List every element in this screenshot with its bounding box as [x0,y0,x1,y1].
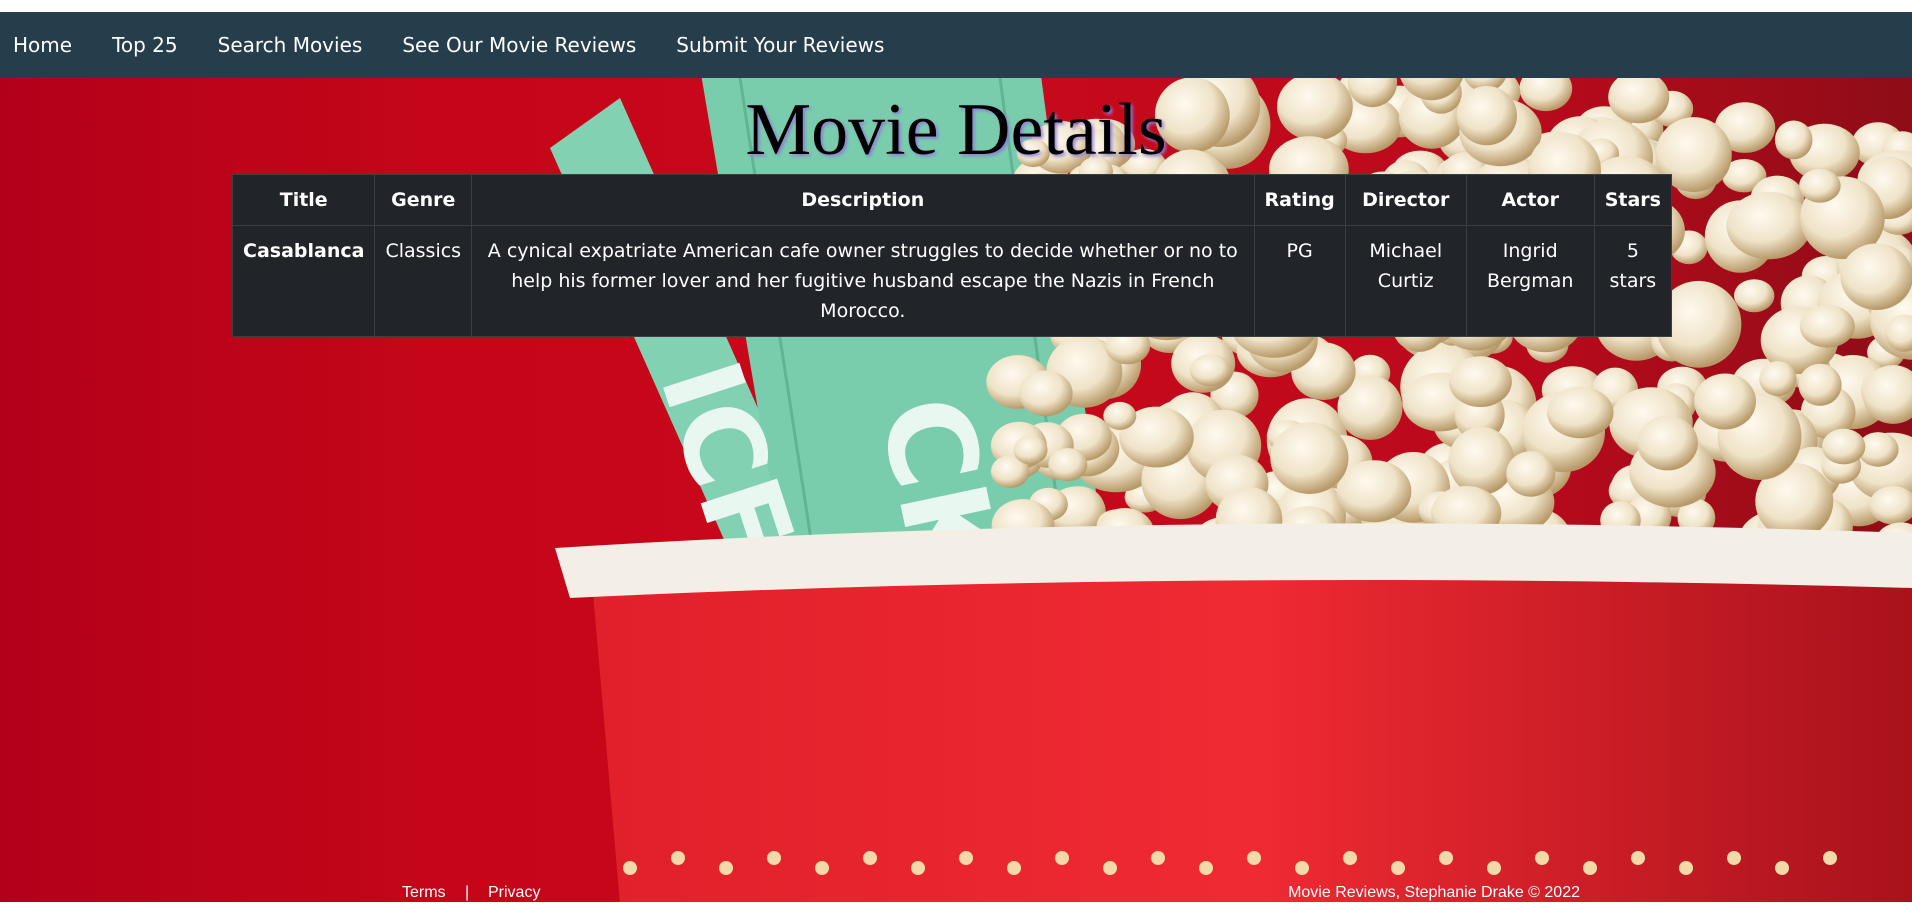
cup-dot [767,851,781,865]
cup-dot [1583,861,1597,875]
popcorn-kernel [1759,361,1797,397]
cup-dot [1535,851,1549,865]
cell-stars: 5 stars [1593,225,1673,337]
footer-privacy-link[interactable]: Privacy [488,884,540,902]
header-genre: Genre [374,174,473,226]
cell-rating: PG [1253,225,1346,337]
cell-genre: Classics [374,225,473,337]
cell-actor: Ingrid Bergman [1465,225,1595,337]
cup-dot [1391,861,1405,875]
cup-dot [1295,861,1309,875]
table-header-row: Title Genre Description Rating Director … [231,174,1673,226]
cup-dot [1775,861,1789,875]
cup-dot [1247,851,1261,865]
movie-details-table-wrapper: Title Genre Description Rating Director … [231,174,1673,337]
popcorn-cup [555,523,1912,904]
popcorn-kernel [1103,401,1137,430]
popcorn-kernel [1840,243,1912,310]
popcorn-kernel [1637,415,1698,471]
cup-dot [1487,861,1501,875]
header-title: Title [231,174,376,226]
header-director: Director [1344,174,1467,226]
cup-dot [1823,851,1837,865]
header-description: Description [471,174,1255,226]
header-stars: Stars [1593,174,1673,226]
popcorn-kernel [1189,354,1232,387]
cup-dot [1199,861,1213,875]
nav-link-top-25[interactable]: Top 25 [112,33,178,57]
page-title: Movie Details [745,89,1167,171]
page-footer: Terms | Privacy Movie Reviews, Stephanie… [0,884,1912,904]
table-row: Casablanca Classics A cynical expatriate… [231,225,1673,337]
cup-dot [671,851,685,865]
popcorn-kernel [1726,191,1812,260]
cup-dot [623,861,637,875]
popcorn-kernel [1799,305,1855,348]
nav-link-see-reviews[interactable]: See Our Movie Reviews [402,33,636,57]
popcorn-kernel [1448,427,1515,495]
popcorn-kernel [1734,279,1775,313]
nav-link-search-movies[interactable]: Search Movies [218,33,363,57]
header-rating: Rating [1253,174,1346,226]
popcorn-kernel [1018,370,1073,417]
popcorn-kernel [1270,422,1349,494]
popcorn-kernel [1506,451,1556,497]
nav-link-home[interactable]: Home [13,33,72,57]
popcorn-kernel [1546,386,1614,439]
cup-dot [719,861,733,875]
popcorn-kernel [1694,373,1756,430]
cup-dot [1439,851,1453,865]
cup-dot [1055,851,1069,865]
popcorn-kernel [1336,460,1412,523]
header-actor: Actor [1465,174,1595,226]
popcorn-kernel [1448,356,1512,407]
footer-copyright: Movie Reviews, Stephanie Drake © 2022 [1288,884,1580,901]
popcorn-kernel [1013,435,1048,465]
cup-dot [1343,851,1357,865]
cup-dot [815,861,829,875]
cup-dot [959,851,973,865]
top-navbar: Home Top 25 Search Movies See Our Movie … [0,12,1912,78]
cell-title: Casablanca [231,225,376,337]
cup-dot [1679,861,1693,875]
cup-dot [863,851,877,865]
popcorn-kernel [1822,428,1866,465]
cell-director: Michael Curtiz [1344,225,1467,337]
cup-dot [1151,851,1165,865]
popcorn-kernel [1799,168,1841,203]
cell-description: A cynical expatriate American cafe owner… [471,225,1255,337]
footer-terms-link[interactable]: Terms [402,884,446,902]
movie-details-table: Title Genre Description Rating Director … [231,174,1673,337]
popcorn-kernel [1798,363,1842,406]
cup-dot [1103,861,1117,875]
popcorn-kernel [1048,448,1088,482]
cup-dot [1727,851,1741,865]
cup-dot [911,861,925,875]
cup-dot [1007,861,1021,875]
footer-separator: | [465,884,470,901]
cup-dot [1631,851,1645,865]
nav-link-submit-reviews[interactable]: Submit Your Reviews [676,33,884,57]
